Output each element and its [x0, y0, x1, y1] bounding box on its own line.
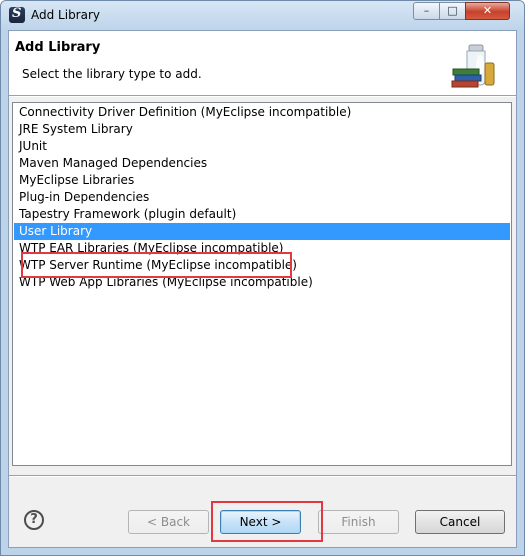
- minimize-button[interactable]: –: [413, 2, 440, 20]
- button-bar-separator: [9, 475, 516, 477]
- header-separator: [9, 95, 516, 97]
- list-item[interactable]: MyEclipse Libraries: [14, 172, 510, 189]
- list-item[interactable]: JRE System Library: [14, 121, 510, 138]
- list-item[interactable]: JUnit: [14, 138, 510, 155]
- maximize-button[interactable]: □: [439, 2, 466, 20]
- title-bar[interactable]: S Add Library – □ ✕: [1, 1, 524, 30]
- add-library-dialog: S Add Library – □ ✕ Add Library Select t…: [0, 0, 525, 556]
- list-item[interactable]: WTP EAR Libraries (MyEclipse incompatibl…: [14, 240, 510, 257]
- wizard-header: Add Library Select the library type to a…: [9, 31, 516, 95]
- list-item[interactable]: Tapestry Framework (plugin default): [14, 206, 510, 223]
- back-button[interactable]: < Back: [128, 510, 209, 534]
- help-icon[interactable]: ?: [24, 510, 44, 530]
- library-type-list[interactable]: Connectivity Driver Definition (MyEclips…: [12, 102, 512, 466]
- list-item[interactable]: WTP Web App Libraries (MyEclipse incompa…: [14, 274, 510, 291]
- list-item[interactable]: User Library: [14, 223, 510, 240]
- page-description: Select the library type to add.: [22, 67, 202, 81]
- window-title: Add Library: [31, 8, 101, 22]
- list-item[interactable]: Connectivity Driver Definition (MyEclips…: [14, 104, 510, 121]
- list-item[interactable]: Maven Managed Dependencies: [14, 155, 510, 172]
- dialog-client-area: Add Library Select the library type to a…: [8, 30, 517, 548]
- cancel-button[interactable]: Cancel: [415, 510, 505, 534]
- next-button[interactable]: Next >: [220, 510, 301, 534]
- finish-button[interactable]: Finish: [318, 510, 399, 534]
- library-jar-books-icon: [451, 44, 495, 88]
- close-button[interactable]: ✕: [465, 2, 510, 20]
- page-title: Add Library: [15, 40, 101, 55]
- myeclipse-app-icon: S: [9, 6, 25, 23]
- list-item[interactable]: WTP Server Runtime (MyEclipse incompatib…: [14, 257, 510, 274]
- list-item[interactable]: Plug-in Dependencies: [14, 189, 510, 206]
